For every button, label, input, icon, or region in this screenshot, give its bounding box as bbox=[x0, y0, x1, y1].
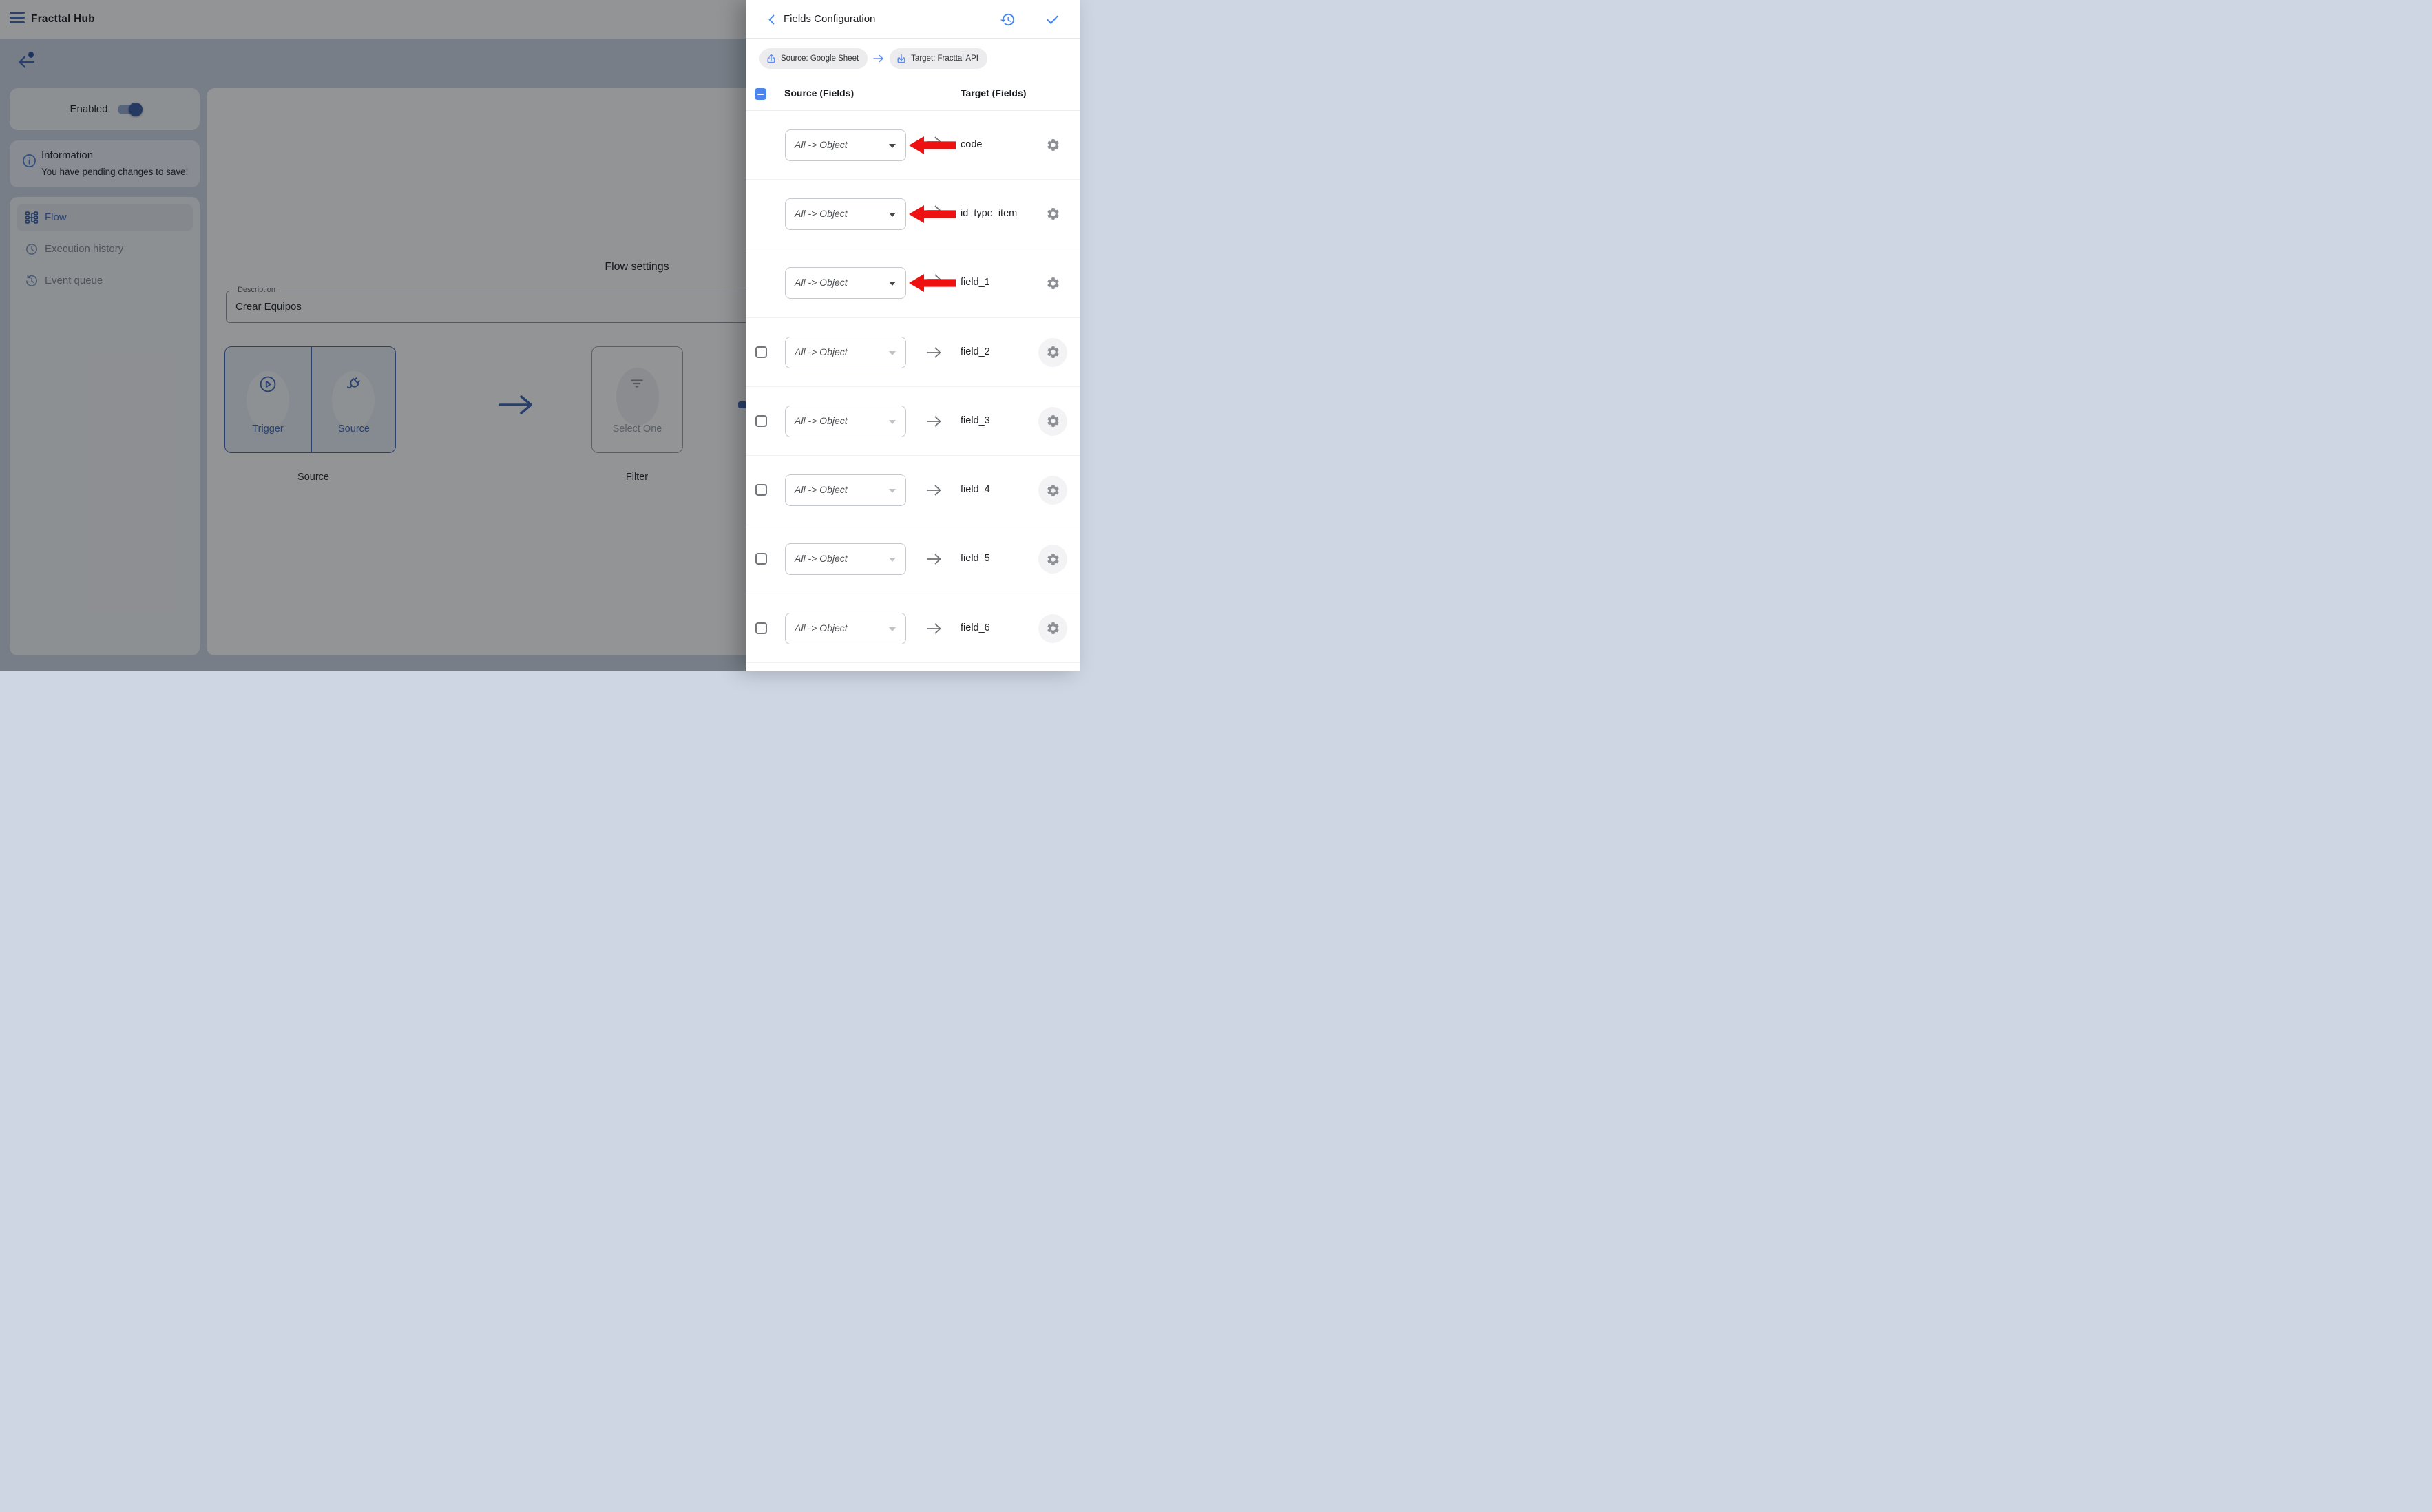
mapping-arrow-icon bbox=[926, 622, 943, 635]
target-field-name: field_6 bbox=[961, 622, 990, 633]
red-annotation-arrow bbox=[909, 135, 956, 156]
chevron-down-icon bbox=[889, 420, 896, 424]
chip-arrow-icon bbox=[872, 54, 885, 63]
row-checkbox[interactable] bbox=[755, 622, 767, 634]
source-chip[interactable]: Source: Google Sheet bbox=[759, 48, 868, 69]
source-chip-label: Source: Google Sheet bbox=[781, 54, 859, 63]
field-mapping-row: All -> Object field_5 bbox=[746, 525, 1080, 594]
dropdown-value: All -> Object bbox=[795, 553, 848, 564]
source-field-dropdown[interactable]: All -> Object bbox=[785, 406, 906, 437]
field-mapping-row: All -> Object field_3 bbox=[746, 387, 1080, 456]
target-field-name: field_3 bbox=[961, 415, 990, 426]
field-settings-button[interactable] bbox=[1038, 614, 1067, 643]
overlay-scrim[interactable] bbox=[0, 0, 746, 671]
field-mapping-row: All -> Object field_2 bbox=[746, 318, 1080, 387]
connection-chips: Source: Google Sheet Target: Fracttal AP… bbox=[759, 48, 987, 69]
field-settings-button[interactable] bbox=[1038, 269, 1067, 297]
source-field-dropdown[interactable]: All -> Object bbox=[785, 474, 906, 506]
source-field-dropdown[interactable]: All -> Object bbox=[785, 129, 906, 161]
row-checkbox[interactable] bbox=[755, 346, 767, 358]
source-field-dropdown[interactable]: All -> Object bbox=[785, 543, 906, 575]
field-settings-button[interactable] bbox=[1038, 338, 1067, 367]
fields-table-header: Source (Fields) Target (Fields) bbox=[746, 77, 1080, 111]
gear-icon bbox=[1046, 552, 1060, 567]
target-field-name: field_1 bbox=[961, 277, 990, 288]
field-settings-button[interactable] bbox=[1038, 131, 1067, 160]
chevron-down-icon bbox=[889, 489, 896, 493]
drawer-title: Fields Configuration bbox=[784, 13, 875, 25]
target-field-name: field_5 bbox=[961, 553, 990, 564]
gear-icon bbox=[1046, 345, 1060, 359]
row-checkbox[interactable] bbox=[755, 484, 767, 496]
row-checkbox[interactable] bbox=[755, 415, 767, 427]
mapping-arrow-icon bbox=[926, 346, 943, 359]
field-mapping-row: All -> Object id_type_item bbox=[746, 180, 1080, 249]
history-icon[interactable] bbox=[1000, 12, 1016, 28]
source-field-dropdown[interactable]: All -> Object bbox=[785, 613, 906, 644]
chevron-down-icon bbox=[889, 282, 896, 286]
field-mapping-row: All -> Object field_6 bbox=[746, 594, 1080, 663]
gear-icon bbox=[1046, 414, 1060, 428]
chevron-down-icon bbox=[889, 558, 896, 562]
dropdown-value: All -> Object bbox=[795, 484, 848, 495]
field-settings-button[interactable] bbox=[1038, 200, 1067, 229]
dropdown-value: All -> Object bbox=[795, 346, 848, 357]
chevron-down-icon bbox=[889, 627, 896, 631]
upload-icon bbox=[766, 53, 777, 64]
chevron-left-icon[interactable] bbox=[766, 14, 777, 25]
row-checkbox[interactable] bbox=[755, 553, 767, 565]
dropdown-value: All -> Object bbox=[795, 277, 848, 288]
field-settings-button[interactable] bbox=[1038, 545, 1067, 574]
field-rows: All -> Object code All -> Object id_type… bbox=[746, 111, 1080, 663]
field-settings-button[interactable] bbox=[1038, 407, 1067, 436]
drawer-header: Fields Configuration bbox=[746, 0, 1080, 39]
select-all-checkbox[interactable] bbox=[755, 88, 766, 100]
gear-icon bbox=[1046, 483, 1060, 498]
screen: Fracttal Hub Enabled Information You hav… bbox=[0, 0, 1080, 671]
mapping-arrow-icon bbox=[926, 484, 943, 496]
gear-icon bbox=[1046, 138, 1060, 152]
source-field-dropdown[interactable]: All -> Object bbox=[785, 337, 906, 368]
target-field-name: field_4 bbox=[961, 484, 990, 495]
dropdown-value: All -> Object bbox=[795, 139, 848, 150]
red-annotation-arrow bbox=[909, 204, 956, 224]
field-settings-button[interactable] bbox=[1038, 476, 1067, 505]
target-chip-label: Target: Fracttal API bbox=[911, 54, 978, 63]
confirm-check-icon[interactable] bbox=[1045, 12, 1060, 27]
source-field-dropdown[interactable]: All -> Object bbox=[785, 267, 906, 299]
gear-icon bbox=[1046, 276, 1060, 291]
field-mapping-row: All -> Object field_1 bbox=[746, 249, 1080, 318]
source-field-dropdown[interactable]: All -> Object bbox=[785, 198, 906, 230]
fields-configuration-drawer: Fields Configuration Source: Google Shee… bbox=[746, 0, 1080, 671]
field-mapping-row: All -> Object code bbox=[746, 111, 1080, 180]
chevron-down-icon bbox=[889, 213, 896, 217]
download-icon bbox=[896, 53, 907, 64]
field-mapping-row: All -> Object field_4 bbox=[746, 456, 1080, 525]
target-field-name: field_2 bbox=[961, 346, 990, 357]
red-annotation-arrow bbox=[909, 273, 956, 293]
dropdown-value: All -> Object bbox=[795, 622, 848, 633]
dropdown-value: All -> Object bbox=[795, 208, 848, 219]
source-fields-column-header: Source (Fields) bbox=[784, 87, 854, 98]
gear-icon bbox=[1046, 621, 1060, 636]
chevron-down-icon bbox=[889, 144, 896, 148]
mapping-arrow-icon bbox=[926, 415, 943, 428]
chevron-down-icon bbox=[889, 351, 896, 355]
gear-icon bbox=[1046, 207, 1060, 221]
target-chip[interactable]: Target: Fracttal API bbox=[890, 48, 987, 69]
target-field-name: code bbox=[961, 139, 982, 150]
mapping-arrow-icon bbox=[926, 553, 943, 565]
target-field-name: id_type_item bbox=[961, 208, 1017, 219]
dropdown-value: All -> Object bbox=[795, 415, 848, 426]
target-fields-column-header: Target (Fields) bbox=[961, 87, 1026, 98]
